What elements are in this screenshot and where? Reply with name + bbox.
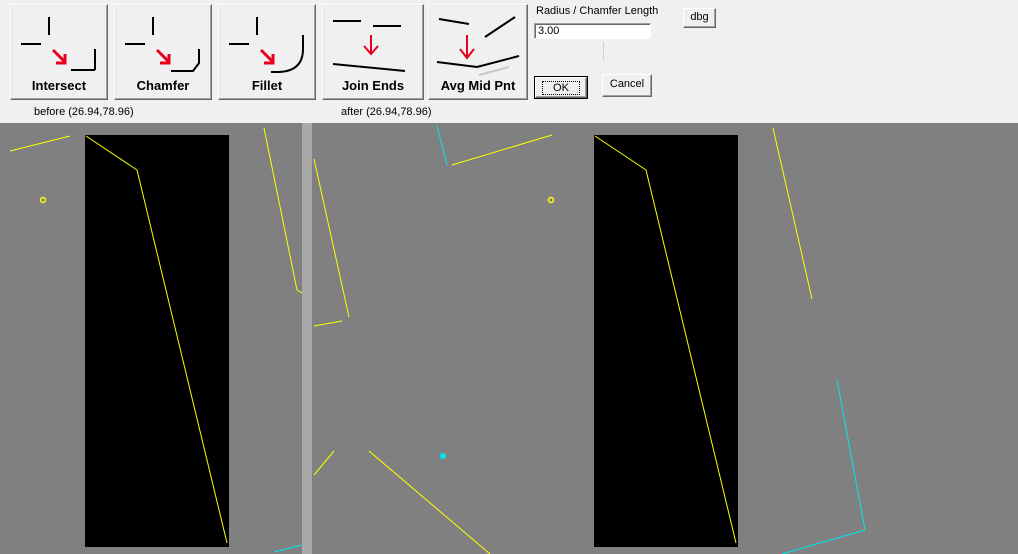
before-canvas bbox=[9, 127, 302, 553]
before-viewport[interactable] bbox=[0, 123, 302, 554]
after-line-right bbox=[772, 127, 813, 300]
after-status: after (26.94,78.96) bbox=[341, 106, 432, 118]
fillet-button[interactable]: Fillet bbox=[218, 4, 316, 100]
cancel-label: Cancel bbox=[609, 78, 645, 90]
splitter[interactable] bbox=[302, 123, 312, 554]
before-point-marker bbox=[39, 196, 47, 204]
after-line-cyan-right bbox=[836, 379, 866, 531]
after-line-lower bbox=[368, 450, 491, 554]
after-line-lower-left bbox=[313, 450, 335, 476]
before-black-panel bbox=[85, 135, 229, 547]
join-ends-button[interactable]: Join Ends bbox=[322, 4, 424, 100]
before-status: before (26.94,78.96) bbox=[34, 106, 134, 118]
after-canvas bbox=[313, 125, 866, 554]
fillet-label: Fillet bbox=[251, 78, 283, 93]
after-line-left bbox=[313, 158, 350, 318]
after-line-cyan-top bbox=[436, 125, 448, 166]
ok-label: OK bbox=[542, 81, 580, 95]
resize-grip bbox=[603, 42, 604, 60]
avg-mid-pnt-button[interactable]: Avg Mid Pnt bbox=[428, 4, 528, 100]
after-line-left-short bbox=[313, 320, 343, 327]
avg-mid-pnt-label: Avg Mid Pnt bbox=[440, 78, 516, 93]
join-ends-label: Join Ends bbox=[341, 78, 405, 93]
intersect-button[interactable]: Intersect bbox=[10, 4, 108, 100]
before-line-top-left bbox=[9, 135, 71, 152]
before-line-cyan bbox=[273, 544, 302, 553]
after-line-top bbox=[451, 134, 553, 166]
cancel-button[interactable]: Cancel bbox=[602, 74, 652, 97]
ok-button[interactable]: OK bbox=[534, 76, 588, 99]
radius-chamfer-label: Radius / Chamfer Length bbox=[536, 5, 659, 17]
after-black-panel bbox=[594, 135, 738, 547]
after-viewport[interactable] bbox=[312, 123, 1018, 554]
after-point-marker-cyan bbox=[440, 453, 446, 459]
chamfer-label: Chamfer bbox=[136, 78, 190, 93]
chamfer-button[interactable]: Chamfer bbox=[114, 4, 212, 100]
before-line-right bbox=[263, 127, 298, 291]
toolbar: Intersect Chamfer Fillet Join Ends Avg M… bbox=[0, 0, 1018, 120]
dbg-button[interactable]: dbg bbox=[683, 8, 716, 28]
dbg-label: dbg bbox=[690, 11, 709, 23]
after-point-marker-yellow bbox=[547, 196, 555, 204]
radius-input[interactable]: 3.00 bbox=[534, 23, 651, 39]
intersect-label: Intersect bbox=[31, 78, 87, 93]
after-line-cyan-bottom bbox=[781, 529, 866, 554]
